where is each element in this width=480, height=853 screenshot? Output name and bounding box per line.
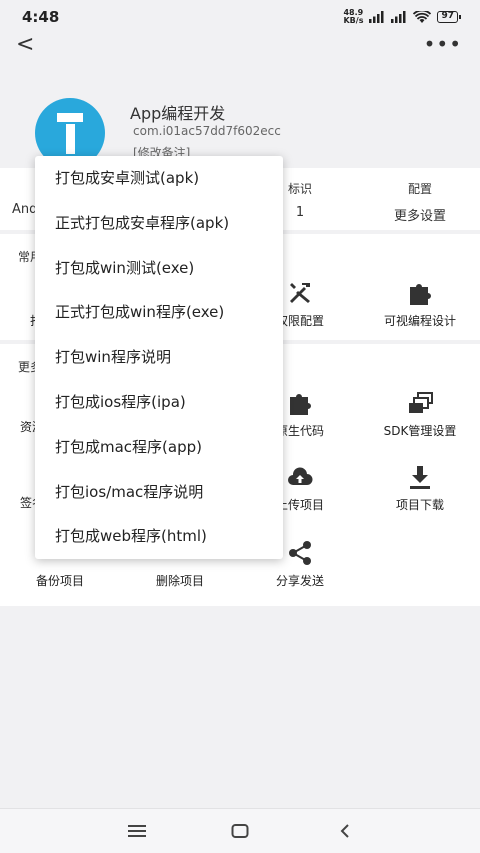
more-options-button[interactable]: ••• [424,34,462,54]
status-bar: 4:48 48.9 KB/s 97 [0,0,480,34]
app-package-id: com.i01ac57dd7f602ecc [133,124,281,138]
home-icon [231,824,249,838]
back-icon [340,824,349,838]
back-button[interactable]: < [16,34,40,58]
system-nav-bar [0,808,480,853]
info-platform-value: And [12,202,38,217]
menu-item-ios-ipa[interactable]: 打包成ios程序(ipa) [35,380,283,425]
menu-item-web-html[interactable]: 打包成web程序(html) [35,514,283,559]
puzzle-icon [360,278,480,308]
network-speed-unit: KB/s [343,16,364,25]
menu-item-mac-app[interactable]: 打包成mac程序(app) [35,425,283,470]
package-menu: 打包成安卓测试(apk) 正式打包成安卓程序(apk) 打包成win测试(exe… [35,156,283,559]
menu-item-android-test-apk[interactable]: 打包成安卓测试(apk) [35,156,283,201]
tool-sdk-settings[interactable]: SDK管理设置 [360,388,480,439]
nav-home-button[interactable] [228,821,252,841]
status-time: 4:48 [22,8,60,26]
top-bar: < ••• [0,34,480,58]
tool-visual-programming[interactable]: 可视编程设计 [360,278,480,329]
signal-icon-2 [391,11,406,23]
info-config-value: 更多设置 [393,209,446,224]
signal-icon [369,11,384,23]
info-config[interactable]: 配置 更多设置 [380,180,460,224]
download-icon [360,462,480,492]
wifi-icon [413,10,432,23]
tool-download-project[interactable]: 项目下载 [360,462,480,513]
nav-menu-button[interactable] [125,821,149,841]
menu-item-ios-mac-instructions[interactable]: 打包ios/mac程序说明 [35,470,283,515]
battery-icon: 97 [437,11,461,23]
menu-icon [128,825,146,837]
menu-item-win-test-exe[interactable]: 打包成win测试(exe) [35,246,283,291]
info-config-label: 配置 [407,182,432,196]
sdk-icon [360,388,480,418]
network-speed: 48.9 KB/s [343,9,363,25]
app-name: App编程开发 [130,104,226,123]
nav-back-button[interactable] [333,821,357,841]
info-platform[interactable]: And [12,180,37,217]
menu-item-win-release-exe[interactable]: 正式打包成win程序(exe) [35,290,283,335]
menu-item-win-instructions[interactable]: 打包win程序说明 [35,335,283,380]
menu-item-android-release-apk[interactable]: 正式打包成安卓程序(apk) [35,201,283,246]
status-icons: 48.9 KB/s 97 [343,9,461,25]
